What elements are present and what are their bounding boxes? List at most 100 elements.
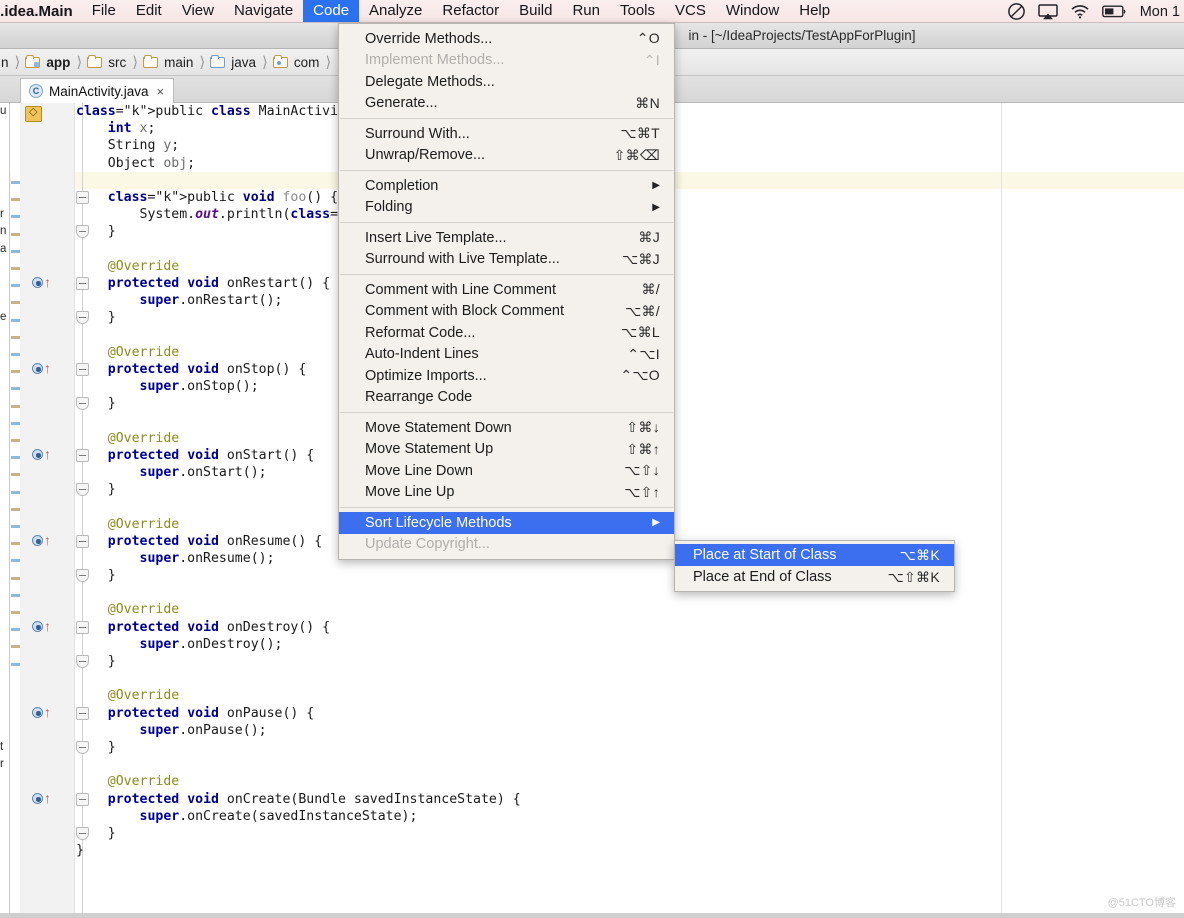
overriding-method-icon[interactable]: ↑ — [32, 448, 54, 462]
menu-item-comment-with-block-comment[interactable]: Comment with Block Comment⌥⌘/ — [339, 301, 674, 323]
menubar-item-analyze[interactable]: Analyze — [359, 0, 432, 22]
sort-lifecycle-methods-submenu[interactable]: Place at Start of Class⌥⌘KPlace at End o… — [674, 540, 955, 592]
menu-item-move-line-up[interactable]: Move Line Up⌥⇧↑ — [339, 482, 674, 504]
menu-item-shortcut: ⌘/ — [642, 281, 661, 298]
menubar-app-name[interactable]: j.idea.Main — [0, 3, 82, 20]
code-line — [76, 584, 1184, 601]
breadcrumb-item-main[interactable]: main — [143, 55, 196, 70]
vcs-change-marker — [11, 645, 20, 648]
code-line: } — [76, 739, 1184, 756]
menu-separator — [340, 412, 673, 413]
overriding-method-icon[interactable]: ↑ — [32, 276, 54, 290]
overriding-method-icon[interactable]: ↑ — [32, 706, 54, 720]
breadcrumb-item-app[interactable]: app — [25, 55, 73, 70]
tool-window-label-fragment — [0, 464, 9, 481]
menu-item-move-line-down[interactable]: Move Line Down⌥⇧↓ — [339, 460, 674, 482]
menu-item-move-statement-up[interactable]: Move Statement Up⇧⌘↑ — [339, 439, 674, 461]
menubar-item-build[interactable]: Build — [509, 0, 562, 22]
close-icon[interactable]: × — [155, 84, 165, 99]
breadcrumb-item-src[interactable]: src — [87, 55, 129, 70]
menubar-item-navigate[interactable]: Navigate — [224, 0, 303, 22]
menubar-item-vcs[interactable]: VCS — [665, 0, 716, 22]
menu-item-reformat-code[interactable]: Reformat Code...⌥⌘L — [339, 322, 674, 344]
menu-item-folding[interactable]: Folding▶ — [339, 197, 674, 219]
submenu-item-place-at-start-of-class[interactable]: Place at Start of Class⌥⌘K — [675, 544, 954, 566]
menu-item-override-methods[interactable]: Override Methods...⌃O — [339, 28, 674, 50]
menu-item-completion[interactable]: Completion▶ — [339, 175, 674, 197]
tool-window-label-fragment: t — [0, 739, 9, 756]
tool-window-label-fragment — [0, 172, 9, 189]
menubar-item-tools[interactable]: Tools — [610, 0, 665, 22]
overriding-method-icon[interactable]: ↑ — [32, 534, 54, 548]
breadcrumb-item-java[interactable]: java — [210, 55, 259, 70]
intention-bulb-icon[interactable] — [25, 106, 42, 122]
tool-window-label-fragment: n — [0, 223, 9, 240]
menu-item-sort-lifecycle-methods[interactable]: Sort Lifecycle Methods▶ — [339, 512, 674, 534]
java-class-icon: C — [29, 84, 43, 98]
chevron-right-icon: ⟩ — [322, 53, 334, 71]
editor-tab-label: MainActivity.java — [49, 84, 149, 99]
code-line — [76, 670, 1184, 687]
editor-tab-mainactivity[interactable]: C MainActivity.java × — [20, 78, 174, 103]
menubar-clock[interactable]: Mon 1 — [1138, 4, 1180, 20]
menu-item-label: Delegate Methods... — [365, 74, 660, 90]
folder-icon — [87, 56, 102, 68]
menu-separator — [340, 507, 673, 508]
tool-window-label-fragment — [0, 550, 9, 567]
menu-item-label: Insert Live Template... — [365, 230, 638, 246]
menu-item-auto-indent-lines[interactable]: Auto-Indent Lines⌃⌥I — [339, 344, 674, 366]
menubar-item-view[interactable]: View — [172, 0, 224, 22]
menu-item-rearrange-code[interactable]: Rearrange Code — [339, 387, 674, 409]
menu-item-unwrap-remove[interactable]: Unwrap/Remove...⇧⌘⌫ — [339, 145, 674, 167]
menubar-item-edit[interactable]: Edit — [126, 0, 172, 22]
submenu-arrow-icon: ▶ — [652, 517, 660, 528]
code-dropdown-menu[interactable]: Override Methods...⌃OImplement Methods..… — [338, 23, 675, 560]
menu-item-delegate-methods[interactable]: Delegate Methods... — [339, 71, 674, 93]
vcs-change-marker — [11, 370, 20, 373]
vcs-change-marker — [11, 301, 20, 304]
vcs-change-marker — [11, 508, 20, 511]
vcs-change-marker — [11, 594, 20, 597]
menubar-item-file[interactable]: File — [82, 0, 126, 22]
overriding-method-icon[interactable]: ↑ — [32, 362, 54, 376]
do-not-disturb-icon[interactable] — [1007, 2, 1026, 21]
tool-window-label-fragment — [0, 378, 9, 395]
menu-item-label: Surround With... — [365, 126, 620, 142]
menu-item-label: Completion — [365, 178, 652, 194]
menu-item-comment-with-line-comment[interactable]: Comment with Line Comment⌘/ — [339, 279, 674, 301]
vcs-change-marker — [11, 233, 20, 236]
airplay-icon[interactable] — [1038, 4, 1058, 20]
menu-separator — [340, 118, 673, 119]
menu-item-shortcut: ⌥⌘J — [622, 251, 660, 268]
vcs-change-marker — [11, 663, 20, 666]
menubar-item-help[interactable]: Help — [789, 0, 840, 22]
editor-gutter[interactable]: ↑ ↑ ↑ ↑ ↑ ↑ ↑ — [20, 103, 75, 915]
menubar-item-refactor[interactable]: Refactor — [432, 0, 509, 22]
code-line: @Override — [76, 601, 1184, 618]
submenu-item-label: Place at Start of Class — [693, 547, 900, 563]
overriding-method-icon[interactable]: ↑ — [32, 792, 54, 806]
collapsed-tool-window-strip[interactable]: urnaetr — [0, 103, 10, 915]
wifi-icon[interactable] — [1070, 4, 1090, 19]
vcs-change-marker — [11, 491, 20, 494]
menu-item-label: Override Methods... — [365, 31, 637, 47]
submenu-item-label: Place at End of Class — [693, 569, 888, 585]
menubar-item-window[interactable]: Window — [716, 0, 789, 22]
menu-item-move-statement-down[interactable]: Move Statement Down⇧⌘↓ — [339, 417, 674, 439]
tool-window-label-fragment — [0, 653, 9, 670]
menu-item-surround-with-live-template[interactable]: Surround with Live Template...⌥⌘J — [339, 249, 674, 271]
menubar-item-run[interactable]: Run — [562, 0, 610, 22]
menubar-item-code[interactable]: Code — [303, 0, 359, 22]
menu-item-update-copyright: Update Copyright... — [339, 534, 674, 556]
menu-item-surround-with[interactable]: Surround With...⌥⌘T — [339, 123, 674, 145]
tool-window-label-fragment — [0, 687, 9, 704]
breadcrumb-item-com[interactable]: com — [273, 55, 323, 70]
overriding-method-icon[interactable]: ↑ — [32, 620, 54, 634]
chevron-right-icon: ⟩ — [129, 53, 141, 71]
battery-icon[interactable] — [1102, 5, 1126, 18]
menu-item-insert-live-template[interactable]: Insert Live Template...⌘J — [339, 227, 674, 249]
menu-separator — [340, 170, 673, 171]
submenu-item-place-at-end-of-class[interactable]: Place at End of Class⌥⇧⌘K — [675, 566, 954, 588]
menu-item-optimize-imports[interactable]: Optimize Imports...⌃⌥O — [339, 365, 674, 387]
menu-item-generate[interactable]: Generate...⌘N — [339, 93, 674, 115]
